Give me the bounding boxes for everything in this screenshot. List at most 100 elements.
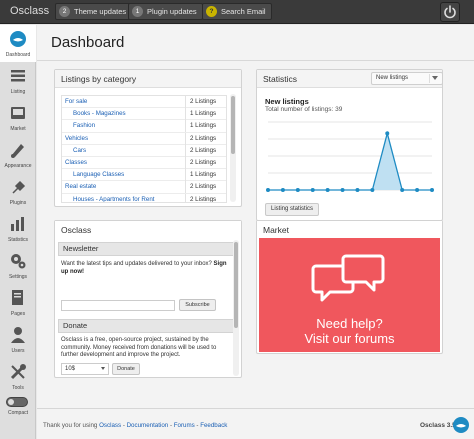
market-headline: Need help? (316, 316, 383, 331)
plugin-updates-button[interactable]: 1 Plugin updates (128, 3, 203, 20)
help-icon: ? (206, 6, 217, 17)
sidebar-item-label: Tools (12, 385, 24, 391)
sidebar-item-pages[interactable]: Pages (0, 284, 36, 321)
forums-banner[interactable]: Need help? Visit our forums (259, 238, 440, 352)
data-point[interactable] (325, 188, 330, 192)
listing-count: 2 Listings (190, 146, 217, 154)
theme-updates-button[interactable]: 2 Theme updates (55, 3, 133, 20)
listings-by-category-panel: Listings by category For sale 2 Listings… (54, 69, 242, 207)
donate-button[interactable]: Donate (112, 363, 140, 375)
plugins-icon (12, 180, 26, 194)
divider (37, 408, 474, 409)
donate-text: Osclass is a free, open-source project, … (61, 337, 217, 358)
toggle-knob (8, 399, 14, 405)
main-content: Dashboard Listings by category For sale … (37, 25, 474, 439)
chevron-down-icon (101, 367, 105, 370)
listing-count: 1 Listings (190, 122, 217, 130)
listings-scrollbar[interactable] (230, 94, 236, 202)
brand-name[interactable]: Osclass (10, 5, 49, 17)
listing-count: 2 Listings (190, 195, 217, 203)
sidebar-item-label: Dashboard (5, 52, 31, 58)
newsletter-text: Want the latest tips and updates deliver… (61, 261, 233, 276)
sidebar-item-plugins[interactable]: Plugins (0, 173, 36, 210)
data-point[interactable] (280, 188, 285, 192)
data-point[interactable] (295, 188, 300, 192)
sidebar-item-market[interactable]: Market (0, 99, 36, 136)
sidebar-item-statistics[interactable]: Statistics (0, 210, 36, 247)
data-point[interactable] (266, 188, 270, 192)
data-point[interactable] (355, 188, 360, 192)
category-link[interactable]: Real estate (62, 181, 186, 194)
scrollbar-thumb[interactable] (231, 96, 235, 154)
newsletter-email-input[interactable] (61, 300, 175, 311)
listing-icon (11, 70, 25, 82)
sidebar-item-dashboard[interactable]: Dashboard (0, 25, 36, 62)
dashboard-icon (10, 31, 26, 47)
category-link[interactable]: Houses - Apartments for Rent (62, 193, 186, 202)
osclass-link[interactable]: Osclass (99, 422, 121, 429)
statistics-panel: Statistics New listings New listings Tot… (256, 69, 443, 221)
sidebar-item-listing[interactable]: Listing (0, 62, 36, 99)
sidebar-item-appearance[interactable]: Appearance (0, 136, 36, 173)
sidebar-item-users[interactable]: Users (0, 321, 36, 358)
table-row: Books - Magazines 1 Listings (62, 108, 226, 121)
category-link[interactable]: Fashion (62, 120, 186, 133)
logout-button[interactable] (440, 2, 460, 22)
listing-count: 2 Listings (190, 159, 217, 166)
settings-icon (11, 254, 26, 269)
sidebar-item-label: Users (11, 348, 25, 354)
listing-statistics-button[interactable]: Listing statistics (265, 203, 320, 216)
documentation-link[interactable]: Documentation (127, 422, 169, 429)
category-link[interactable]: For sale (62, 96, 186, 108)
search-email-label: Search Email (221, 7, 266, 16)
footer-thanks: Thank you for using (43, 422, 98, 429)
category-link[interactable]: Cars (62, 144, 186, 157)
data-point[interactable] (400, 188, 405, 192)
newsletter-heading: Newsletter (58, 242, 235, 256)
scrollbar-thumb[interactable] (234, 242, 238, 328)
table-row: For sale 2 Listings (62, 96, 226, 109)
chevron-down-icon (432, 76, 438, 80)
chart-title: New listings (265, 97, 309, 106)
category-link[interactable]: Books - Magazines (62, 108, 186, 121)
divider (429, 74, 430, 83)
power-icon (444, 5, 456, 19)
table-row: Fashion 1 Listings (62, 120, 226, 133)
compact-toggle[interactable]: Compact (0, 393, 36, 423)
data-point[interactable] (340, 188, 345, 192)
statistics-type-select[interactable]: New listings (371, 72, 443, 85)
feedback-link[interactable]: Feedback (200, 422, 227, 429)
table-row: Houses - Apartments for Rent 2 Listings (62, 193, 226, 203)
data-point[interactable] (310, 188, 315, 192)
tools-icon (10, 364, 26, 380)
chart-subtitle: Total number of listings: 39 (265, 106, 343, 113)
osclass-scrollbar[interactable] (233, 240, 239, 376)
sidebar-item-label: Appearance (4, 163, 32, 169)
listing-count: 1 Listings (190, 171, 217, 179)
select-value: New listings (376, 75, 409, 81)
panel-title: Osclass (55, 221, 241, 239)
data-point[interactable] (430, 188, 434, 192)
category-link[interactable]: Vehicles (62, 132, 186, 145)
data-point[interactable] (415, 188, 420, 192)
data-point[interactable] (370, 188, 375, 192)
forums-link[interactable]: Forums (174, 422, 195, 429)
select-value: 10$ (65, 366, 76, 372)
subscribe-button[interactable]: Subscribe (179, 299, 216, 311)
search-email-button[interactable]: ? Search Email (202, 3, 272, 20)
sidebar-item-settings[interactable]: Settings (0, 247, 36, 284)
market-panel: Market Need help? Visit our forums (256, 220, 443, 354)
data-point[interactable] (385, 131, 390, 136)
divider (37, 60, 474, 61)
sidebar-item-tools[interactable]: Tools (0, 358, 36, 395)
users-icon (11, 327, 25, 343)
theme-updates-badge: 2 (59, 6, 70, 17)
category-link[interactable]: Classes (62, 157, 186, 169)
pages-icon (12, 290, 23, 305)
sidebar-item-label: Settings (8, 274, 28, 280)
category-link[interactable]: Language Classes (62, 169, 186, 182)
toggle-switch[interactable] (6, 397, 28, 407)
sidebar-item-label: Plugins (9, 200, 27, 206)
table-row: Real estate 2 Listings (62, 181, 226, 194)
donate-amount-select[interactable]: 10$ (61, 363, 109, 375)
